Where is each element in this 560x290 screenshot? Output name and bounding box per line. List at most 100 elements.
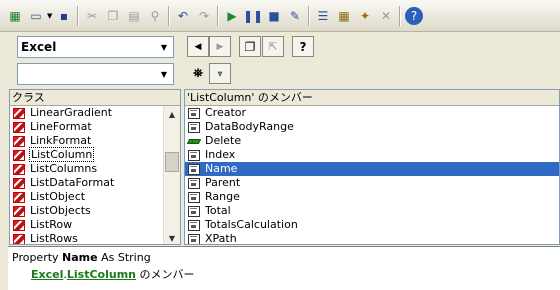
member-kind: Property xyxy=(12,251,59,264)
object-browser-window: ▦ ▭ ▼ ▪ ✂ ❐ ▤ ⚲ ↶ ↷ ▶ ❚❚ ■ ✎ ☰ ▦ ✦ ✕ ? E… xyxy=(0,0,560,290)
scroll-thumb[interactable] xyxy=(165,152,179,172)
class-list-item-label: ListObject xyxy=(30,190,86,203)
member-type: As String xyxy=(101,251,151,264)
scroll-down-icon[interactable]: ▼ xyxy=(164,230,180,244)
class-list-item-label: ListDataFormat xyxy=(30,176,115,189)
class-icon xyxy=(13,206,25,217)
class-list-item[interactable]: LinkFormat xyxy=(10,134,180,148)
member-list-item[interactable]: Total xyxy=(185,204,559,218)
member-list-item-label: TotalsCalculation xyxy=(205,218,298,231)
member-list-item[interactable]: Parent xyxy=(185,176,559,190)
member-list-item-label: Creator xyxy=(205,106,247,119)
chevron-down-icon[interactable]: ▼ xyxy=(156,38,172,56)
member-list-item-label: Total xyxy=(205,204,231,217)
class-list-item-label: ListRows xyxy=(30,232,78,245)
member-list-item-label: DataBodyRange xyxy=(205,120,294,133)
undo-icon[interactable]: ↶ xyxy=(174,7,192,25)
run-icon[interactable]: ▶ xyxy=(223,7,241,25)
stop-icon[interactable]: ■ xyxy=(265,7,283,25)
class-list-item-label: LineFormat xyxy=(30,120,92,133)
class-icon xyxy=(13,108,25,119)
class-link[interactable]: ListColumn xyxy=(67,268,136,281)
class-list: LinearGradient LineFormat LinkFormat ListCo… xyxy=(10,106,180,245)
class-icon xyxy=(13,192,25,203)
scroll-up-icon[interactable]: ▲ xyxy=(164,106,180,122)
member-list-item[interactable]: DataBodyRange xyxy=(185,120,559,134)
object-browser-icon[interactable]: ✦ xyxy=(356,7,374,25)
member-list-item-label: Name xyxy=(205,162,238,175)
library-combo-value: Excel xyxy=(21,40,57,54)
class-icon xyxy=(13,234,25,244)
copy-icon[interactable]: ❐ xyxy=(104,7,122,25)
member-list-item[interactable]: Creator xyxy=(185,106,559,120)
member-list-item-label: Index xyxy=(205,148,236,161)
member-list-item-label: Delete xyxy=(205,134,242,147)
library-combo[interactable]: Excel ▼ xyxy=(17,36,174,58)
excel-view-icon[interactable]: ▦ xyxy=(6,7,24,25)
members-list: Creator DataBodyRange Delete Index Name Paren… xyxy=(185,106,559,245)
chevron-double-down-icon: ⩔ xyxy=(217,68,223,79)
show-hide-search-results-button[interactable]: ⩔ xyxy=(209,63,231,84)
save-icon[interactable]: ▪ xyxy=(55,7,73,25)
member-list-item[interactable]: TotalsCalculation xyxy=(185,218,559,232)
property-icon xyxy=(188,192,200,203)
toolbox-icon[interactable]: ✕ xyxy=(377,7,395,25)
class-list-item[interactable]: ListRows xyxy=(10,232,180,245)
class-icon xyxy=(13,136,25,147)
design-mode-icon[interactable]: ✎ xyxy=(286,7,304,25)
search-combo[interactable]: ▼ xyxy=(17,63,174,85)
class-list-item[interactable]: ListObjects xyxy=(10,204,180,218)
class-list-item[interactable]: ListColumns xyxy=(10,162,180,176)
copy-to-clipboard-button[interactable]: ❐ xyxy=(239,36,261,57)
chevron-down-icon[interactable]: ▼ xyxy=(156,65,172,83)
insert-dropdown-arrow-icon[interactable]: ▼ xyxy=(47,12,53,20)
toolbar-separator xyxy=(168,6,169,26)
find-icon[interactable]: ⚲ xyxy=(146,7,164,25)
property-icon xyxy=(188,150,200,161)
search-button[interactable]: ⛯ xyxy=(187,63,209,84)
userform-icon[interactable]: ▭ xyxy=(27,7,45,25)
member-list-item-label: XPath xyxy=(205,232,237,245)
member-list-item-label: Parent xyxy=(205,176,241,189)
class-list-item[interactable]: ListRow xyxy=(10,218,180,232)
method-icon xyxy=(186,136,202,147)
class-list-header: クラス xyxy=(10,90,180,106)
member-list-item[interactable]: Index xyxy=(185,148,559,162)
member-list-item[interactable]: Name xyxy=(185,162,559,176)
details-pane: Property Name As String Excel.ListColumn… xyxy=(8,246,560,290)
class-list-item[interactable]: ListObject xyxy=(10,190,180,204)
paste-icon[interactable]: ▤ xyxy=(125,7,143,25)
go-back-button[interactable]: ◀ xyxy=(187,36,209,57)
arrow-left-icon: ◀ xyxy=(194,41,202,52)
arrow-right-icon: ▶ xyxy=(216,41,224,52)
class-list-item[interactable]: LineFormat xyxy=(10,120,180,134)
member-of-text: のメンバー xyxy=(139,268,195,281)
properties-window-icon[interactable]: ▦ xyxy=(335,7,353,25)
standard-toolbar: ▦ ▭ ▼ ▪ ✂ ❐ ▤ ⚲ ↶ ↷ ▶ ❚❚ ■ ✎ ☰ ▦ ✦ ✕ ? xyxy=(0,0,560,32)
library-link[interactable]: Excel xyxy=(31,268,63,281)
pause-icon[interactable]: ❚❚ xyxy=(243,7,263,25)
class-list-item-label: ListRow xyxy=(30,218,73,231)
class-list-item[interactable]: ListDataFormat xyxy=(10,176,180,190)
go-forward-button[interactable]: ▶ xyxy=(209,36,231,57)
project-explorer-icon[interactable]: ☰ xyxy=(314,7,332,25)
redo-icon[interactable]: ↷ xyxy=(195,7,213,25)
class-list-item[interactable]: ListColumn xyxy=(10,147,180,162)
class-list-scrollbar[interactable]: ▲ ▼ xyxy=(163,106,180,244)
class-list-item[interactable]: LinearGradient xyxy=(10,106,180,120)
cut-icon[interactable]: ✂ xyxy=(83,7,101,25)
class-icon xyxy=(13,220,25,231)
member-of-line: Excel.ListColumn のメンバー xyxy=(31,266,195,282)
member-list-item[interactable]: Range xyxy=(185,190,559,204)
view-definition-icon: ⇱ xyxy=(268,40,278,53)
class-icon xyxy=(13,178,25,189)
member-list-item[interactable]: XPath xyxy=(185,232,559,245)
help-icon[interactable]: ? xyxy=(405,7,423,25)
member-list-item[interactable]: Delete xyxy=(185,134,559,148)
member-signature: Property Name As String xyxy=(12,251,151,264)
member-list-item-label: Range xyxy=(205,190,240,203)
property-icon xyxy=(188,108,200,119)
help-button[interactable]: ? xyxy=(292,36,314,57)
property-icon xyxy=(188,234,200,244)
view-definition-button[interactable]: ⇱ xyxy=(262,36,284,57)
